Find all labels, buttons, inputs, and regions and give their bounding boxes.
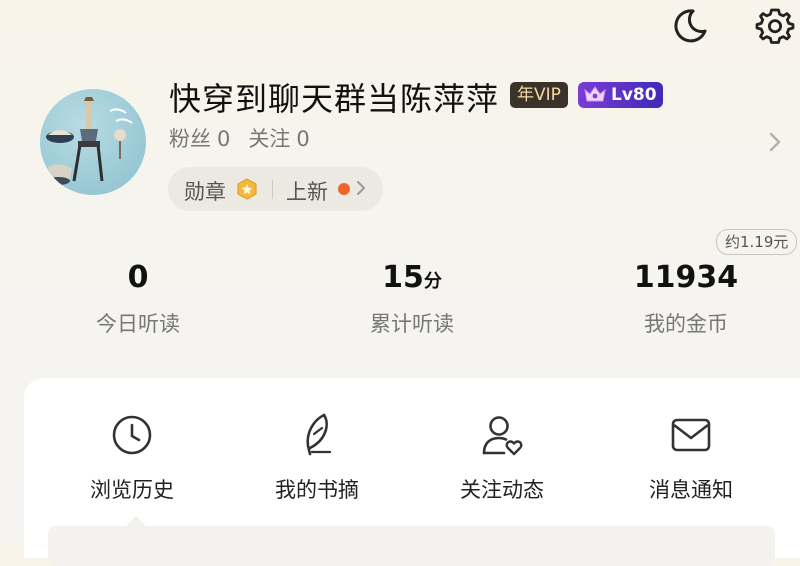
entry-label: 我的书摘 [275,478,359,502]
stat-value: 15分 [382,260,442,295]
stat-label: 累计听读 [370,312,454,336]
fans-label: 粉丝 [169,127,211,151]
avatar[interactable] [40,89,146,195]
entry-browse-history[interactable]: 浏览历史 [52,412,212,504]
chevron-right-icon [357,181,365,195]
avatar-illustration [46,97,133,185]
stat-my-coins[interactable]: 11934 我的金币 [596,260,776,338]
vip-badge[interactable]: 年VIP [510,82,568,108]
entry-label: 关注动态 [460,478,544,502]
entry-notifications[interactable]: 消息通知 [611,412,771,504]
medal-new-pill[interactable]: 勋章 上新 [168,167,383,211]
clock-icon [112,415,152,455]
stat-total-listen[interactable]: 15分 累计听读 [322,260,502,338]
fans-count: 0 [217,127,231,151]
gear-icon [755,8,795,44]
new-label: 上新 [286,180,328,204]
tooltip-pointer [126,516,146,526]
chevron-right-icon[interactable] [768,131,782,153]
stat-label: 我的金币 [644,312,728,336]
level-label: Lv80 [611,85,657,105]
entry-label: 浏览历史 [90,478,174,502]
following-count: 0 [296,127,310,151]
quill-icon [306,413,332,456]
level-badge[interactable]: Lv80 [578,82,663,108]
stat-label: 今日听读 [96,312,180,336]
pill-divider [272,180,273,199]
quick-entries-card: 浏览历史 我的书摘 关注动态 消息通知 [24,378,800,566]
username: 快穿到聊天群当陈萍萍 [169,80,500,118]
medal-icon [237,178,257,200]
user-heart-icon [482,416,523,456]
moon-icon [674,9,707,43]
crown-crest-icon [584,86,606,102]
stat-value: 0 [127,260,149,295]
coin-value-tag: 约1.19元 [716,229,798,255]
follow-stats[interactable]: 粉丝 0 关注 0 [169,123,316,153]
settings-button[interactable] [753,4,797,48]
new-dot [338,183,350,195]
history-preview-panel [48,526,775,566]
stat-today-listen[interactable]: 0 今日听读 [48,260,228,338]
medal-label: 勋章 [184,180,226,204]
night-mode-button[interactable] [668,4,712,48]
following-label: 关注 [248,127,291,151]
stat-value: 11934 [633,260,739,295]
entry-label: 消息通知 [649,478,733,502]
entry-follow-activity[interactable]: 关注动态 [422,412,582,504]
entry-my-excerpts[interactable]: 我的书摘 [237,412,397,504]
mail-icon [671,418,711,452]
